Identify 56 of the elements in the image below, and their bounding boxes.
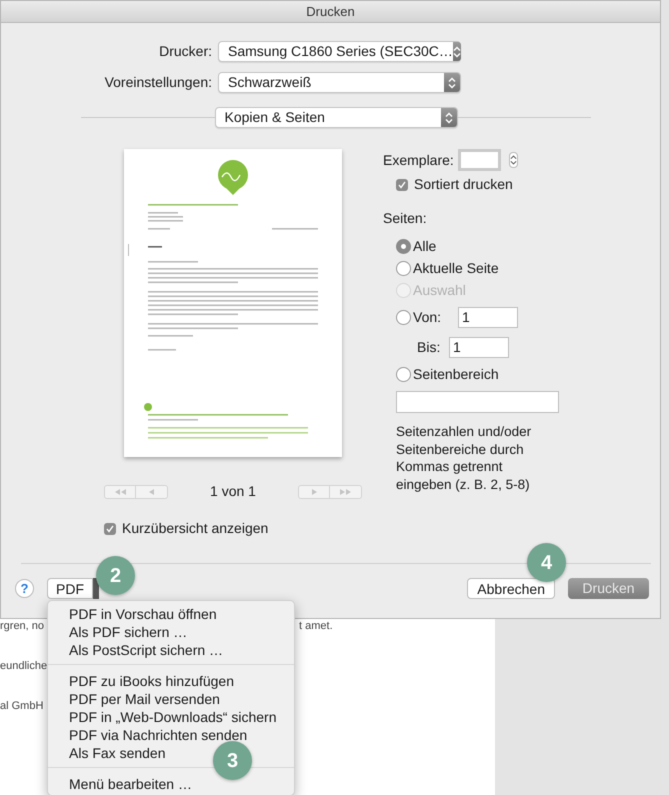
field-label: Voreinstellungen: (104, 73, 212, 92)
menu-item[interactable]: PDF via Nachrichten senden (69, 726, 248, 744)
field-label: Drucker: (158, 42, 212, 61)
radio-button[interactable] (396, 260, 411, 276)
help-button[interactable]: ? (15, 579, 34, 598)
dropdown-arrow-button[interactable] (93, 578, 99, 599)
dropdown[interactable]: Kopien & Seiten (214, 107, 458, 128)
field-label: Exemplare: (383, 150, 454, 170)
radio-button[interactable] (396, 238, 411, 254)
checkbox-label: Kurzübersicht anzeigen (122, 519, 268, 538)
chevron-updown-icon (444, 112, 452, 124)
radio-button[interactable] (396, 366, 411, 382)
radio-button[interactable] (396, 310, 411, 324)
dropdown[interactable]: Samsung C1860 Series (SEC30C… (218, 41, 461, 62)
field-label: Bis: (417, 338, 442, 356)
window-title: Drucken (306, 2, 355, 21)
triangle-icon (114, 488, 126, 494)
page-nav-button[interactable] (298, 484, 330, 498)
page-nav-button[interactable] (104, 484, 136, 498)
dropdown[interactable]: Schwarzweiß (218, 72, 461, 93)
radio-label[interactable]: Seitenbereich (413, 364, 499, 384)
menu-item[interactable]: PDF zu iBooks hinzufügen (69, 672, 234, 690)
document-text: al GmbH (0, 700, 44, 713)
checkbox[interactable] (104, 522, 116, 534)
radio-label[interactable]: Alle (413, 236, 436, 256)
chevron-updown-icon (452, 46, 461, 58)
menu-item[interactable]: Als Fax senden (69, 744, 166, 762)
help-text: Seitenzahlen und/oder Seitenbereiche durch Kommas getrennt eingeben (z. B. 2, 5-8) (396, 423, 532, 493)
triangle-icon (312, 488, 316, 494)
document-text: t amet. (299, 620, 333, 633)
stepper[interactable] (508, 152, 518, 168)
section-label: Seiten: (383, 209, 428, 228)
menu-item[interactable]: Als PostScript sichern … (69, 641, 224, 659)
pdf-button[interactable]: PDF (47, 578, 93, 599)
page-nav-button[interactable] (136, 484, 168, 498)
document-text: rgren, no (0, 620, 44, 633)
page-nav-button[interactable] (330, 484, 362, 498)
checkbox-label: Sortiert drucken (414, 175, 513, 194)
radio-label[interactable]: Von: (413, 306, 442, 328)
page-indicator: 1 von 1 (209, 482, 257, 501)
copies-field[interactable] (458, 149, 501, 171)
menu-item[interactable]: Als PDF sichern … (69, 623, 188, 641)
input-field[interactable]: 1 (449, 336, 509, 358)
input-field[interactable]: 1 (458, 306, 518, 328)
triangle-icon (149, 488, 154, 494)
chevron-updown-icon (448, 76, 456, 88)
menu-item[interactable]: PDF per Mail versenden (69, 690, 220, 708)
menu-item[interactable]: Menü bearbeiten … (69, 775, 192, 793)
menu-item[interactable]: PDF in Vorschau öffnen (69, 605, 217, 623)
input-field[interactable] (396, 391, 559, 413)
menu-item[interactable]: PDF in „Web-Downloads“ sichern (69, 708, 276, 726)
cancel-button[interactable]: Abbrechen (467, 578, 555, 599)
checkbox[interactable] (396, 178, 408, 190)
radio-label[interactable]: Aktuelle Seite (413, 258, 499, 278)
triangle-icon (340, 488, 351, 494)
document-text: eundliche (0, 660, 48, 673)
